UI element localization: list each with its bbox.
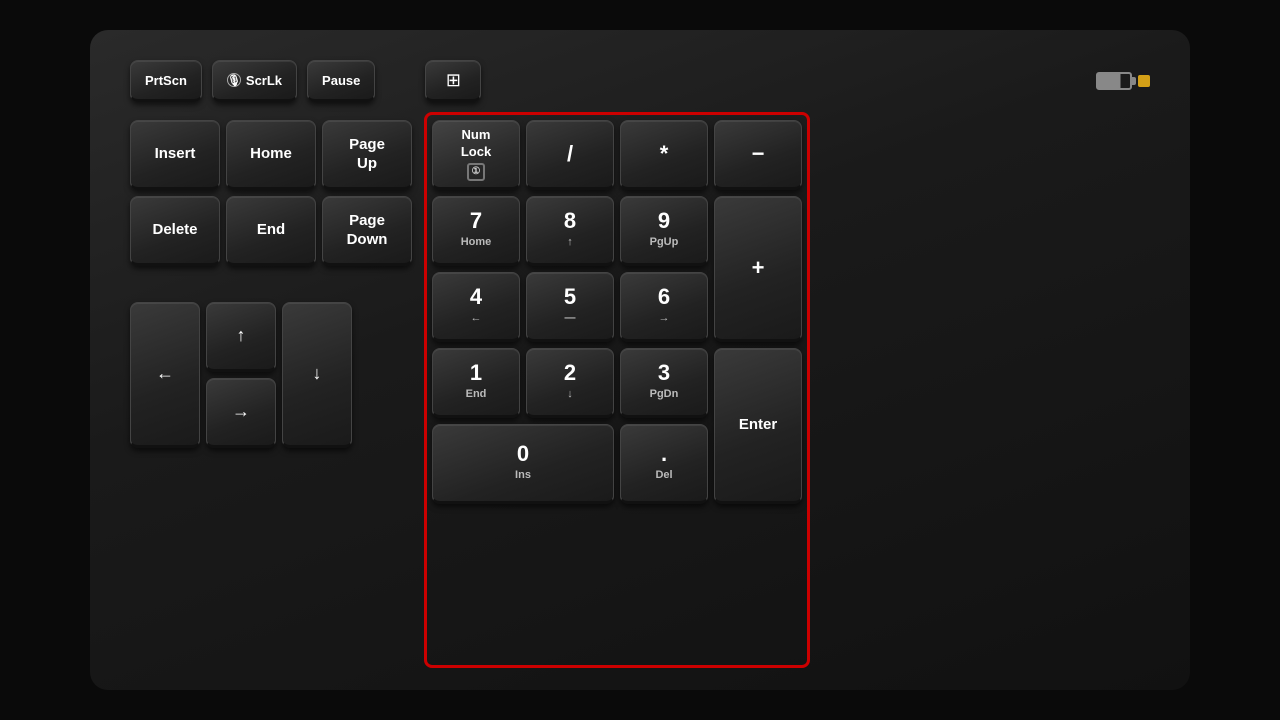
num6-key[interactable]: 6 → (620, 272, 708, 342)
num8-key[interactable]: 8 ↑ (526, 196, 614, 266)
numlock-indicator: ① (467, 163, 485, 181)
prtscn-key[interactable]: PrtScn (130, 60, 202, 102)
battery-icon (1096, 72, 1132, 90)
numminus-key[interactable]: − (714, 120, 802, 190)
pagedown-key[interactable]: PageDown (322, 196, 412, 266)
insert-key[interactable]: Insert (130, 120, 220, 190)
spacer (385, 60, 415, 102)
num0-key[interactable]: 0 Ins (432, 424, 614, 504)
right-arrow-key[interactable]: → (206, 378, 276, 448)
top-bar: PrtScn 🎙 ScrLk Pause ⊞ (130, 60, 1150, 102)
calculator-icon: ⊞ (446, 70, 461, 91)
keyboard: PrtScn 🎙 ScrLk Pause ⊞ Insert (90, 30, 1190, 690)
num3-key[interactable]: 3 PgDn (620, 348, 708, 418)
left-arrow-key[interactable]: ← (130, 302, 200, 448)
num2-key[interactable]: 2 ↓ (526, 348, 614, 418)
numplus-key[interactable]: + (714, 196, 802, 342)
battery-area (1096, 72, 1150, 90)
numdiv-key[interactable]: / (526, 120, 614, 190)
numpad-grid: NumLock ① / * − 7 Home 8 (432, 120, 802, 504)
numpad-section: NumLock ① / * − 7 Home 8 (432, 120, 802, 660)
scrlk-icon: 🎙 (227, 73, 241, 87)
scrlk-key[interactable]: 🎙 ScrLk (212, 60, 297, 102)
num5-key[interactable]: 5 — (526, 272, 614, 342)
main-section: Insert Home PageUp Delete End PageDown (130, 120, 1150, 660)
num9-key[interactable]: 9 PgUp (620, 196, 708, 266)
arrow-section: ← ↑ → ↓ (130, 302, 412, 448)
pause-key[interactable]: Pause (307, 60, 375, 102)
pageup-key[interactable]: PageUp (322, 120, 412, 190)
num4-key[interactable]: 4 ← (432, 272, 520, 342)
num7-key[interactable]: 7 Home (432, 196, 520, 266)
prtscn-label: PrtScn (145, 73, 187, 88)
nummul-key[interactable]: * (620, 120, 708, 190)
numenter-key[interactable]: Enter (714, 348, 802, 504)
num1-key[interactable]: 1 End (432, 348, 520, 418)
left-section: Insert Home PageUp Delete End PageDown (130, 120, 412, 660)
scrlk-label: ScrLk (246, 73, 282, 88)
nav-grid: Insert Home PageUp Delete End PageDown (130, 120, 412, 266)
up-arrow-key[interactable]: ↑ (206, 302, 276, 372)
delete-key[interactable]: Delete (130, 196, 220, 266)
battery-dot (1138, 75, 1150, 87)
pause-label: Pause (322, 73, 360, 88)
down-arrow-key[interactable]: ↓ (282, 302, 352, 448)
calculator-key[interactable]: ⊞ (425, 60, 481, 102)
end-key[interactable]: End (226, 196, 316, 266)
numdot-key[interactable]: . Del (620, 424, 708, 504)
top-left-keys: PrtScn 🎙 ScrLk Pause ⊞ (130, 60, 481, 102)
numlock-key[interactable]: NumLock ① (432, 120, 520, 190)
home-key[interactable]: Home (226, 120, 316, 190)
